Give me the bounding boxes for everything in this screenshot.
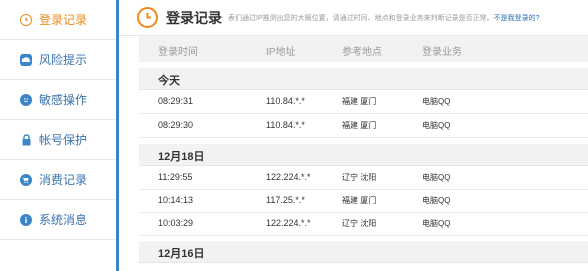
sidebar-item-label: 消费记录 (39, 173, 88, 187)
column-header-ip: IP地址 (266, 47, 296, 58)
date-group-header: 12月18日 (139, 144, 588, 166)
date-label: 12月18日 (158, 151, 205, 163)
sidebar-item-account-protection[interactable]: 帐号保护 (0, 120, 116, 160)
cell-service: 电脑QQ (422, 97, 451, 106)
sidebar: 登录记录 风险提示 敏感操作 帐号保护 消费记录 系统消息 (0, 0, 118, 271)
cell-ip: 122.224.*.* (266, 218, 311, 228)
sidebar-item-system-messages[interactable]: 系统消息 (0, 200, 116, 240)
date-group-header: 12月16日 (139, 241, 588, 263)
page-header: 登录记录 表们通过IP推测出您的大概位置，请通过时间、地点和登录业务来判断记录是… (119, 0, 588, 36)
info-icon (20, 213, 32, 226)
sidebar-item-purchase-records[interactable]: 消费记录 (0, 160, 116, 200)
table-row: 08:29:31 110.84.*.* 福建 厦门 电脑QQ (139, 90, 588, 114)
page-description: 表们通过IP推测出您的大概位置，请通过时间、地点和登录业务来判断记录是否正常。 (228, 14, 494, 22)
sidebar-item-sensitive-ops[interactable]: 敏感操作 (0, 80, 116, 120)
cell-time: 10:14:13 (158, 195, 194, 205)
cell-time: 11:29:55 (158, 172, 193, 182)
sidebar-item-label: 风险提示 (39, 53, 88, 67)
table-row: 08:29:30 110.84.*.* 福建 厦门 电脑QQ (139, 114, 588, 138)
clock-icon (20, 13, 32, 26)
cell-ip: 122.224.*.* (266, 172, 311, 182)
table-row: 10:14:13 117.25.*.* 福建 厦门 电脑QQ (139, 189, 588, 213)
cell-location: 福建 厦门 (342, 121, 377, 130)
table-header: 登录时间 IP地址 参考地点 登录业务 (139, 36, 588, 62)
cell-time: 10:03:29 (158, 218, 194, 228)
cell-time: 08:29:30 (158, 120, 194, 130)
sidebar-item-login-records[interactable]: 登录记录 (0, 0, 116, 40)
cell-location: 福建 厦门 (342, 97, 377, 106)
sidebar-item-label: 系统消息 (39, 213, 88, 227)
cloud-icon (20, 53, 32, 66)
cell-location: 福建 厦门 (342, 196, 377, 205)
cell-time: 08:29:31 (158, 96, 194, 106)
sidebar-item-label: 帐号保护 (39, 133, 88, 147)
cell-location: 辽宁 沈阳 (342, 219, 377, 228)
table-row: 11:29:55 122.224.*.* 辽宁 沈阳 电脑QQ (139, 166, 588, 190)
cell-service: 电脑QQ (422, 173, 451, 182)
face-icon (20, 93, 32, 106)
column-header-service: 登录业务 (422, 47, 462, 58)
table-row: 10:03:29 122.224.*.* 辽宁 沈阳 电脑QQ (139, 212, 588, 236)
cell-location: 辽宁 沈阳 (342, 173, 377, 182)
column-header-time: 登录时间 (158, 47, 198, 58)
cell-ip: 110.84.*.* (266, 96, 305, 106)
sidebar-item-risk-alerts[interactable]: 风险提示 (0, 40, 116, 80)
cell-service: 电脑QQ (422, 196, 451, 205)
sidebar-item-label: 登录记录 (39, 13, 88, 27)
clock-icon (137, 7, 158, 28)
lock-icon (20, 133, 32, 146)
column-header-location: 参考地点 (342, 47, 382, 58)
date-label: 今天 (158, 75, 180, 87)
cell-service: 电脑QQ (422, 219, 451, 228)
date-label: 12月16日 (158, 248, 205, 260)
cart-icon (20, 173, 32, 186)
sidebar-item-label: 敏感操作 (39, 93, 88, 107)
cell-ip: 117.25.*.* (266, 195, 305, 205)
not-me-link[interactable]: 不是我登录的? (494, 13, 540, 23)
cell-ip: 110.84.*.* (266, 120, 305, 130)
cell-service: 电脑QQ (422, 121, 451, 130)
page-title: 登录记录 (166, 9, 222, 26)
date-group-header: 今天 (139, 68, 588, 90)
main-panel: 登录记录 表们通过IP推测出您的大概位置，请通过时间、地点和登录业务来判断记录是… (119, 0, 588, 271)
